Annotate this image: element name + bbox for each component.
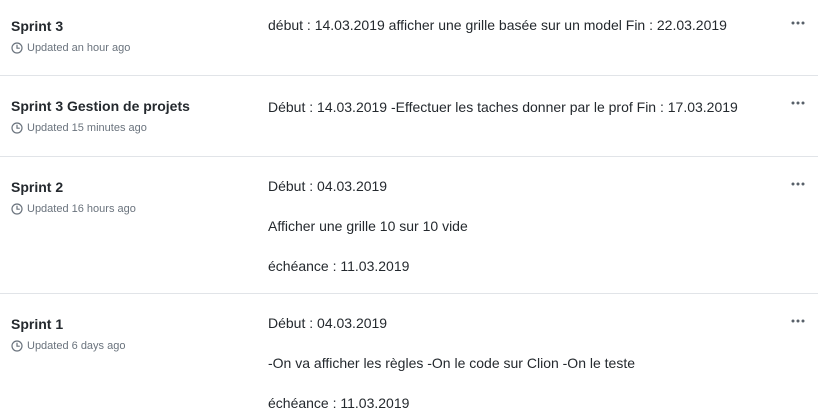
clock-icon (11, 340, 23, 352)
clock-icon (11, 203, 23, 215)
project-menu-button[interactable] (790, 176, 806, 192)
project-row: Sprint 2 Updated 16 hours ago Début : 04… (0, 157, 818, 294)
project-name-link[interactable]: Sprint 2 (11, 178, 261, 196)
project-description: début : 14.03.2019 afficher une grille b… (268, 15, 788, 35)
project-meta: Sprint 3 Updated an hour ago (11, 17, 261, 55)
project-name-link[interactable]: Sprint 3 (11, 17, 261, 35)
description-line: Afficher une grille 10 sur 10 vide (268, 218, 468, 234)
updated-info: Updated an hour ago (11, 41, 261, 55)
updated-text: Updated 6 days ago (27, 340, 126, 352)
project-meta: Sprint 3 Gestion de projets Updated 15 m… (11, 97, 261, 135)
kebab-horizontal-icon (791, 101, 805, 105)
updated-info: Updated 16 hours ago (11, 202, 261, 216)
kebab-horizontal-icon (791, 182, 805, 186)
project-meta: Sprint 2 Updated 16 hours ago (11, 178, 261, 216)
kebab-horizontal-icon (791, 21, 805, 25)
clock-icon (11, 122, 23, 134)
project-description: Début : 04.03.2019 Afficher une grille 1… (268, 176, 788, 276)
updated-info: Updated 15 minutes ago (11, 121, 261, 135)
project-description: Début : 04.03.2019 -On va afficher les r… (268, 313, 788, 413)
project-name-link[interactable]: Sprint 1 (11, 315, 261, 333)
description-line: échéance : 11.03.2019 (268, 258, 410, 274)
description-line: début : 14.03.2019 afficher une grille b… (268, 17, 727, 33)
kebab-horizontal-icon (791, 319, 805, 323)
project-row: Sprint 3 Gestion de projets Updated 15 m… (0, 76, 818, 157)
project-name-link[interactable]: Sprint 3 Gestion de projets (11, 97, 261, 115)
description-line: Début : 04.03.2019 (268, 178, 388, 194)
description-line: Début : 04.03.2019 (268, 315, 388, 331)
project-row: Sprint 1 Updated 6 days ago Début : 04.0… (0, 294, 818, 419)
description-line: -On va afficher les règles -On le code s… (268, 355, 636, 371)
description-line: échéance : 11.03.2019 (268, 395, 410, 411)
project-description: Début : 14.03.2019 -Effectuer les taches… (268, 95, 738, 119)
clock-icon (11, 42, 23, 54)
updated-text: Updated 15 minutes ago (27, 122, 147, 134)
project-menu-button[interactable] (790, 95, 806, 111)
updated-text: Updated 16 hours ago (27, 203, 136, 215)
project-menu-button[interactable] (790, 313, 806, 329)
project-menu-button[interactable] (790, 15, 806, 31)
updated-text: Updated an hour ago (27, 42, 131, 54)
project-meta: Sprint 1 Updated 6 days ago (11, 315, 261, 353)
description-line: Début : 14.03.2019 -Effectuer les taches… (268, 99, 738, 115)
updated-info: Updated 6 days ago (11, 339, 261, 353)
project-row: Sprint 3 Updated an hour ago début : 14.… (0, 0, 818, 76)
project-list: Sprint 3 Updated an hour ago début : 14.… (0, 0, 818, 419)
